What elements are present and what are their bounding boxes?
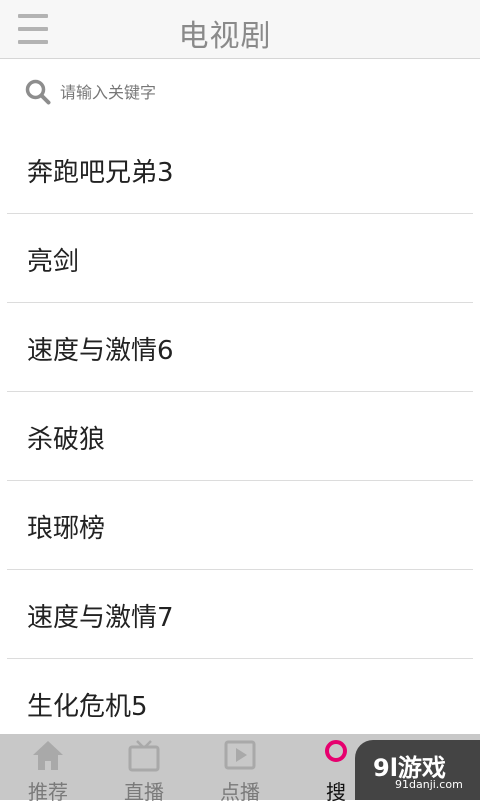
list-item[interactable]: 亮剑 [7,214,473,303]
list-item-label: 奔跑吧兄弟3 [27,158,174,188]
list-item[interactable]: 速度与激情6 [7,303,473,392]
list-item-label: 速度与激情6 [27,336,174,366]
tab-live[interactable]: 直播 [96,734,192,804]
list-item-label: 速度与激情7 [27,603,174,633]
tab-label: 推荐 [28,780,68,804]
list-item[interactable]: 杀破狼 [7,392,473,481]
list-item-label: 琅琊榜 [27,514,106,544]
tab-label: 直播 [124,780,164,804]
search-icon [325,740,347,762]
tv-icon [128,740,160,772]
play-icon [224,740,256,770]
tab-recommend[interactable]: 推荐 [0,734,96,804]
home-icon [33,741,63,770]
search-input[interactable] [60,79,440,105]
site-watermark: 9l游戏 91danji.com [355,740,480,800]
list-item-label: 生化危机5 [27,692,148,722]
tab-vod[interactable]: 点播 [192,734,288,804]
search-bar[interactable] [0,59,480,125]
list-item[interactable]: 速度与激情7 [7,570,473,659]
list-item-label: 杀破狼 [27,425,106,455]
search-icon [25,79,51,105]
show-list: 奔跑吧兄弟3 亮剑 速度与激情6 杀破狼 琅琊榜 速度与激情7 生化危机5 [0,125,480,747]
tab-label: 点播 [220,780,260,804]
list-item-label: 亮剑 [27,247,80,277]
watermark-url: 91danji.com [395,778,463,791]
page-title: 电视剧 [178,19,272,54]
app-header: 电视剧 [0,0,480,59]
list-item[interactable]: 奔跑吧兄弟3 [7,125,473,214]
list-item[interactable]: 琅琊榜 [7,481,473,570]
